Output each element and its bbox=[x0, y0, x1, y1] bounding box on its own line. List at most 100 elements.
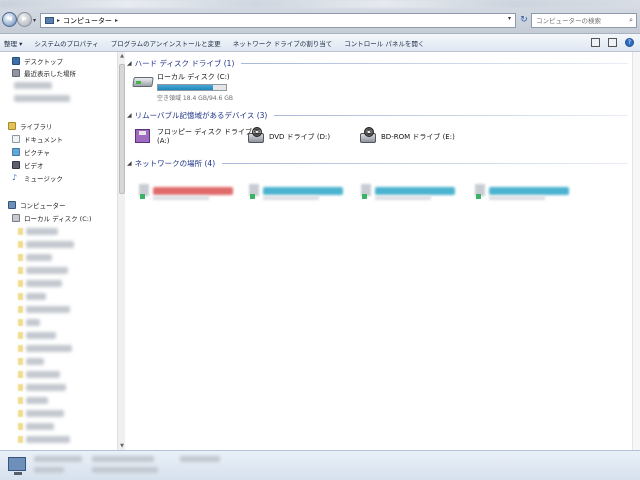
collapse-icon[interactable]: ◢ bbox=[127, 160, 132, 167]
search-input[interactable] bbox=[536, 16, 622, 25]
hard-disk-icon bbox=[12, 214, 20, 222]
blurred-detail bbox=[180, 456, 220, 462]
blurred-favorite bbox=[14, 95, 70, 102]
navigation-scrollbar[interactable]: ▲ ▼ bbox=[117, 52, 125, 450]
network-location[interactable] bbox=[249, 184, 349, 200]
sidebar-item-documents[interactable]: ドキュメント bbox=[12, 134, 63, 144]
breadcrumb-separator[interactable]: ▸ bbox=[57, 17, 60, 24]
sidebar-item-label: ローカル ディスク (C:) bbox=[24, 215, 92, 223]
back-button[interactable]: ◂ bbox=[2, 12, 17, 27]
group-title: ハード ディスク ドライブ (1) bbox=[134, 59, 235, 68]
network-capacity-bar bbox=[375, 187, 455, 195]
sidebar-item-label: ビデオ bbox=[24, 162, 44, 170]
blurred-folder-name bbox=[26, 267, 68, 274]
window-header: ◂ ▸ ▾ ▸ コンピューター ▸ ▾ ↻ ⌕ bbox=[0, 0, 640, 34]
breadcrumb-computer[interactable]: コンピューター bbox=[63, 16, 112, 26]
sidebar-item-music[interactable]: ♪ ミュージック bbox=[12, 173, 63, 183]
folder-icon bbox=[18, 267, 23, 274]
sidebar-item-computer[interactable]: コンピューター bbox=[8, 200, 66, 210]
folder-icon bbox=[18, 293, 23, 300]
address-dropdown-icon[interactable]: ▾ bbox=[508, 15, 511, 22]
preview-pane-icon[interactable] bbox=[608, 38, 617, 47]
drive-name: DVD ドライブ (D:) bbox=[269, 133, 331, 141]
organize-button[interactable]: 整理 ▾ bbox=[4, 38, 22, 48]
blurred-folder-name bbox=[26, 293, 46, 300]
address-bar[interactable]: ▸ コンピューター ▸ bbox=[40, 13, 516, 28]
drive-bd-rom-e[interactable]: BD BD-ROM ドライブ (E:) bbox=[357, 127, 455, 145]
folder-icon bbox=[18, 241, 23, 248]
blurred-detail bbox=[34, 467, 64, 473]
blurred-folder-name bbox=[26, 384, 66, 391]
blurred-folder-name bbox=[26, 332, 56, 339]
computer-icon bbox=[8, 201, 16, 209]
drive-name: BD-ROM ドライブ (E:) bbox=[381, 133, 455, 141]
help-icon[interactable]: ? bbox=[625, 38, 634, 47]
drive-local-disk-c[interactable]: ローカル ディスク (C:) 空き領域 18.4 GB/94.6 GB bbox=[132, 72, 233, 102]
sidebar-item-desktop[interactable]: デスクトップ bbox=[12, 56, 63, 66]
navigation-pane: デスクトップ 最近表示した場所 ライブラリ ドキュメント ピクチャ ビデオ ♪ … bbox=[0, 52, 117, 450]
refresh-icon[interactable]: ↻ bbox=[518, 13, 530, 28]
group-divider bbox=[222, 163, 628, 164]
sidebar-item-label: 最近表示した場所 bbox=[24, 70, 76, 78]
folder-icon bbox=[18, 306, 23, 313]
blurred-detail bbox=[92, 456, 154, 462]
recent-pages-dropdown[interactable]: ▾ bbox=[33, 17, 36, 24]
library-icon bbox=[8, 122, 16, 130]
folder-icon bbox=[18, 319, 23, 326]
sidebar-item-local-disk[interactable]: ローカル ディスク (C:) bbox=[12, 213, 91, 223]
network-location[interactable] bbox=[361, 184, 461, 200]
collapse-icon[interactable]: ◢ bbox=[127, 112, 132, 119]
desktop-icon bbox=[12, 57, 20, 65]
blurred-computer-name bbox=[34, 456, 82, 462]
system-properties-button[interactable]: システムのプロパティ bbox=[34, 38, 98, 48]
recent-places-icon bbox=[12, 69, 20, 77]
blurred-detail bbox=[92, 467, 158, 473]
blurred-folder-name bbox=[26, 254, 52, 261]
folder-icon bbox=[18, 358, 23, 365]
content-scrollbar[interactable] bbox=[632, 52, 640, 450]
drive-dvd-d[interactable]: DVD DVD ドライブ (D:) bbox=[245, 127, 330, 145]
change-view-icon[interactable] bbox=[591, 38, 600, 47]
network-location[interactable] bbox=[139, 184, 239, 200]
sidebar-item-videos[interactable]: ビデオ bbox=[12, 160, 44, 170]
map-network-drive-button[interactable]: ネットワーク ドライブの割り当て bbox=[233, 38, 333, 48]
drive-name: ローカル ディスク (C:) bbox=[157, 73, 230, 81]
folder-icon bbox=[18, 384, 23, 391]
taskbar-blurred bbox=[0, 0, 640, 8]
sidebar-item-recent-places[interactable]: 最近表示した場所 bbox=[12, 68, 76, 78]
group-header-removable[interactable]: ◢ リムーバブル記憶域があるデバイス (3) bbox=[125, 110, 632, 121]
drive-letter: (A:) bbox=[157, 137, 170, 145]
group-header-hdd[interactable]: ◢ ハード ディスク ドライブ (1) bbox=[125, 58, 632, 69]
collapse-icon[interactable]: ◢ bbox=[127, 60, 132, 67]
dvd-drive-icon: DVD bbox=[245, 127, 265, 145]
sidebar-item-label: ライブラリ bbox=[20, 123, 53, 131]
folder-icon bbox=[18, 254, 23, 261]
sidebar-item-pictures[interactable]: ピクチャ bbox=[12, 147, 50, 157]
computer-icon bbox=[45, 17, 54, 24]
group-divider bbox=[241, 63, 628, 64]
group-divider bbox=[274, 115, 628, 116]
network-location[interactable] bbox=[475, 184, 575, 200]
drive-floppy-a[interactable]: フロッピー ディスク ドライブ (A:) bbox=[133, 127, 252, 145]
folder-icon bbox=[18, 332, 23, 339]
search-icon[interactable]: ⌕ bbox=[629, 16, 633, 25]
forward-button[interactable]: ▸ bbox=[17, 12, 32, 27]
uninstall-program-button[interactable]: プログラムのアンインストールと変更 bbox=[111, 38, 221, 48]
drive-free-space: 空き領域 18.4 GB/94.6 GB bbox=[157, 95, 233, 102]
pictures-icon bbox=[12, 148, 20, 156]
sidebar-item-label: ドキュメント bbox=[24, 136, 63, 144]
group-header-network[interactable]: ◢ ネットワークの場所 (4) bbox=[125, 158, 632, 169]
breadcrumb-separator[interactable]: ▸ bbox=[115, 17, 118, 24]
capacity-bar-fill bbox=[158, 85, 214, 90]
group-title: リムーバブル記憶域があるデバイス (3) bbox=[134, 111, 268, 120]
search-box[interactable]: ⌕ bbox=[531, 13, 637, 28]
folder-icon bbox=[18, 423, 23, 430]
sidebar-item-label: ミュージック bbox=[24, 175, 63, 183]
hard-disk-icon bbox=[132, 72, 154, 90]
drive-name: フロッピー ディスク ドライブ bbox=[157, 128, 252, 136]
sidebar-item-libraries[interactable]: ライブラリ bbox=[8, 121, 53, 131]
blurred-folder-name bbox=[26, 423, 54, 430]
blurred-folder-name bbox=[26, 371, 60, 378]
open-control-panel-button[interactable]: コントロール パネルを開く bbox=[344, 38, 424, 48]
blurred-folder-name bbox=[26, 306, 70, 313]
